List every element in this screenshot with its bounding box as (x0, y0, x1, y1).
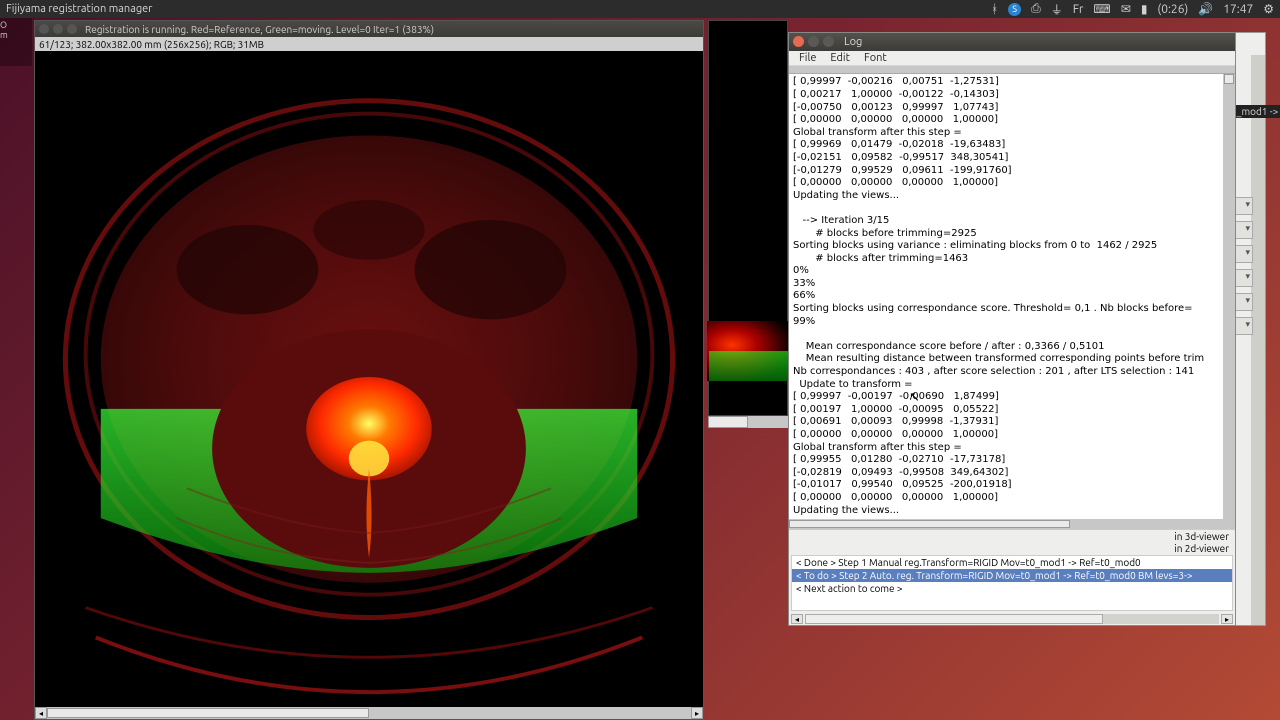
launcher-frag2: m (0, 30, 32, 40)
sync-icon[interactable]: S (1008, 3, 1021, 16)
image-hscrollbar[interactable]: ◂ ▸ (35, 707, 703, 719)
image-canvas[interactable] (35, 51, 703, 707)
maximize-icon[interactable] (67, 24, 77, 34)
image-titlebar[interactable]: Registration is running. Red=Reference, … (35, 21, 703, 37)
close-icon[interactable] (39, 24, 49, 34)
pipeline-item[interactable]: < Next action to come > (792, 582, 1232, 595)
log-title-text: Log (844, 36, 862, 48)
system-tray: ᚼ S ⎙ ⏚ Fr ⌨ ✉ ▮ (0:26) 🔊 17:47 ⚙ (991, 1, 1274, 18)
scroll-right-button[interactable]: ▸ (1221, 614, 1233, 624)
scroll-left-button[interactable]: ◂ (35, 707, 47, 719)
printer-icon[interactable]: ⎙ (1031, 2, 1041, 16)
clock[interactable]: 17:47 (1223, 3, 1253, 16)
maximize-icon[interactable] (823, 36, 834, 47)
pipeline-list[interactable]: < Done > Step 1 Manual reg.Transform=RIG… (791, 555, 1233, 611)
log-text-area[interactable]: [ 0,99997 -0,00216 0,00751 -1,27531] [ 0… (789, 74, 1223, 519)
input-icon[interactable]: ⌨ (1093, 2, 1110, 16)
log-menubar: File Edit Font (789, 51, 1235, 67)
gear-icon[interactable]: ⚙ (1263, 2, 1274, 16)
battery-icon[interactable]: ▮ (1141, 2, 1148, 16)
log-top-scroll[interactable] (789, 66, 1235, 74)
menu-edit[interactable]: Edit (830, 52, 850, 64)
background-image-window (708, 20, 788, 416)
minimize-icon[interactable] (53, 24, 63, 34)
pipeline-item[interactable]: < Done > Step 1 Manual reg.Transform=RIG… (792, 556, 1232, 569)
volume-icon[interactable]: 🔊 (1198, 2, 1213, 16)
log-vscrollbar[interactable] (1223, 74, 1235, 519)
log-hscroll-thumb[interactable] (789, 520, 1070, 528)
scroll-right-button[interactable]: ▸ (691, 707, 703, 719)
scroll-left-button[interactable]: ◂ (791, 614, 803, 624)
scroll-track[interactable] (47, 708, 691, 718)
log-hscrollbar[interactable] (789, 519, 1235, 529)
scroll-thumb[interactable] (47, 708, 369, 718)
menu-font[interactable]: Font (864, 52, 887, 64)
pipeline-hscrollbar[interactable]: ◂ ▸ (789, 613, 1235, 625)
launcher-frag1: O (0, 20, 32, 30)
pipeline-header-3d: in 3d-viewer (1174, 531, 1229, 542)
log-window: Log File Edit Font [ 0,99997 -0,00216 0,… (788, 32, 1236, 626)
background-image-scroll[interactable] (708, 416, 788, 428)
mouse-cursor-icon: ↖ (909, 392, 920, 405)
log-vscroll-thumb[interactable] (1224, 74, 1234, 84)
image-title-text: Registration is running. Red=Reference, … (85, 24, 434, 35)
network-icon[interactable]: ⏚ (1051, 1, 1063, 18)
minimize-icon[interactable] (808, 36, 819, 47)
close-icon[interactable] (793, 36, 804, 47)
image-viewer-window: Registration is running. Red=Reference, … (34, 20, 704, 720)
pipeline-header-2d: in 2d-viewer (1174, 543, 1229, 554)
pipeline-panel: in 3d-viewer in 2d-viewer < Done > Step … (789, 529, 1235, 625)
bluetooth-icon[interactable]: ᚼ (991, 3, 998, 16)
image-info-bar: 61/123; 382.00x382.00 mm (256x256); RGB;… (35, 37, 703, 51)
pipeline-item[interactable]: < To do > Step 2 Auto. reg. Transform=RI… (792, 569, 1232, 582)
language-indicator[interactable]: Fr (1073, 3, 1084, 16)
mail-icon[interactable]: ✉ (1121, 2, 1131, 16)
menu-file[interactable]: File (799, 52, 816, 64)
right-panel-scrollbar[interactable] (1251, 55, 1265, 625)
launcher-sliver: O m (0, 18, 32, 66)
log-titlebar[interactable]: Log (789, 33, 1235, 51)
top-panel: Fijiyama registration manager ᚼ S ⎙ ⏚ Fr… (0, 0, 1280, 18)
pipeline-scroll-thumb[interactable] (805, 614, 1103, 624)
app-title: Fijiyama registration manager (6, 3, 991, 15)
battery-text: (0:26) (1157, 3, 1188, 16)
